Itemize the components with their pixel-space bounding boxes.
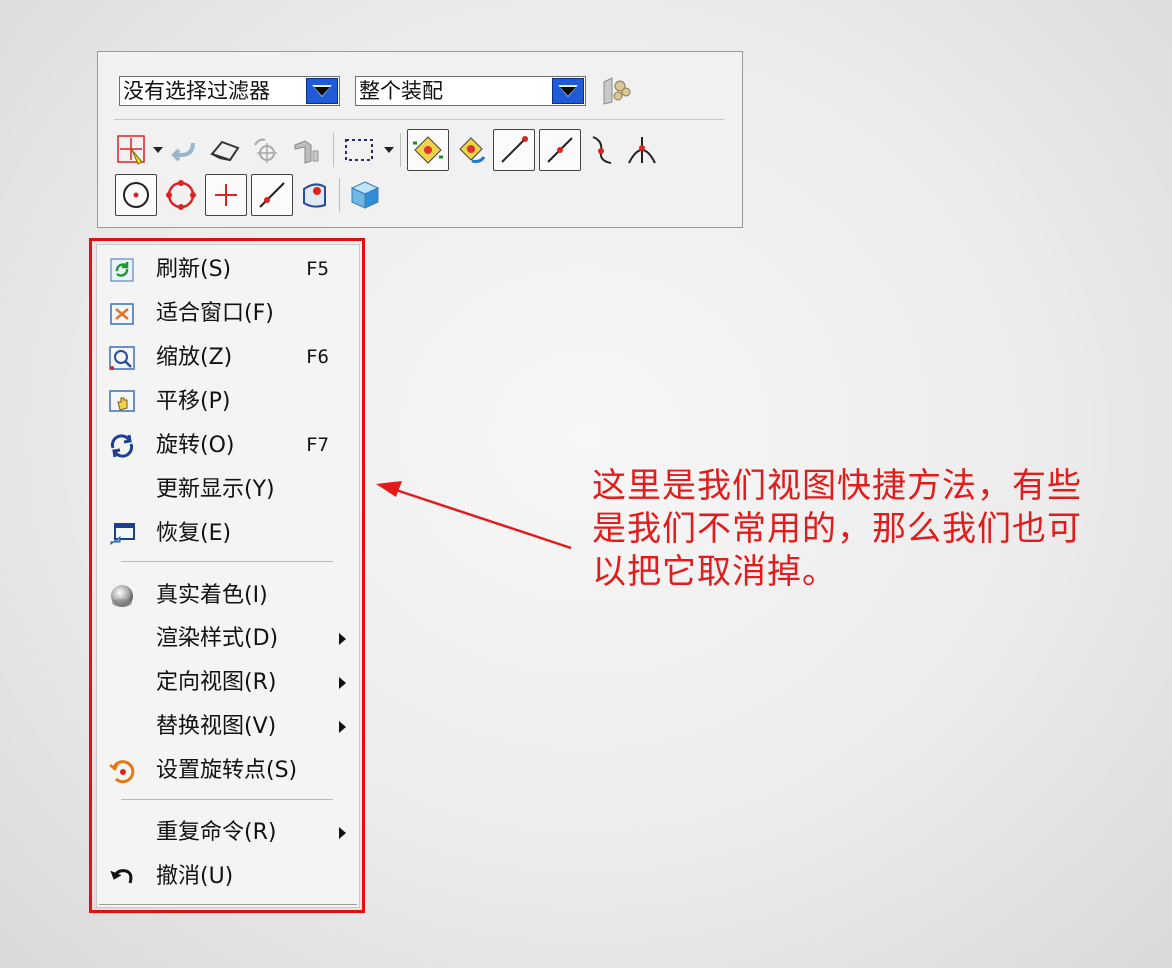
menu-item-pan[interactable]: 平移(P) — [97, 382, 361, 422]
menu-item-replace-view[interactable]: 替换视图(V) — [97, 707, 361, 747]
menu-item-label: 缩放(Z) — [156, 345, 233, 370]
submenu-arrow-icon — [339, 633, 346, 645]
intersection-point-icon[interactable] — [623, 129, 661, 171]
undo-icon — [108, 863, 136, 891]
quadrant-point-icon[interactable] — [161, 174, 201, 216]
arc-center-icon[interactable] — [115, 174, 157, 216]
submenu-arrow-icon — [339, 827, 346, 839]
menu-item-zoom[interactable]: 缩放(Z) F6 — [97, 338, 361, 378]
select-mode-dropdown-arrow[interactable] — [382, 129, 396, 171]
menu-item-shortcut: F6 — [306, 346, 329, 368]
menu-separator — [121, 799, 333, 800]
pan-icon — [108, 388, 136, 416]
menu-item-update-display[interactable]: 更新显示(Y) — [97, 470, 361, 510]
fit-window-icon — [108, 300, 136, 328]
view-cube-icon[interactable] — [346, 174, 384, 216]
type-filter-value: 没有选择过滤器 — [123, 79, 270, 103]
annotation-line: 以把它取消掉。 — [592, 552, 837, 592]
menu-item-label: 更新显示(Y) — [156, 477, 275, 502]
zoom-icon — [108, 344, 136, 372]
submenu-arrow-icon — [339, 721, 346, 733]
annotation-note: 这里是我们视图快捷方法，有些 是我们不常用的，那么我们也可 以把它取消掉。 — [592, 465, 1157, 594]
menu-item-label: 恢复(E) — [156, 521, 232, 546]
selection-scope-dropdown-button[interactable] — [552, 78, 584, 104]
rotation-point-icon — [108, 757, 136, 785]
end-point-icon[interactable] — [493, 129, 535, 171]
menu-item-label: 刷新(S) — [156, 257, 232, 282]
menu-item-label: 平移(P) — [156, 389, 231, 414]
toolbar-row-2 — [115, 172, 388, 218]
menu-item-shortcut: F7 — [306, 434, 329, 456]
toolbar-divider — [114, 119, 724, 120]
menu-item-repeat-command[interactable]: 重复命令(R) — [97, 813, 361, 853]
menu-item-orient-view[interactable]: 定向视图(R) — [97, 663, 361, 703]
menu-item-label: 适合窗口(F) — [156, 301, 274, 326]
true-shading-icon — [108, 582, 136, 610]
point-on-curve-icon[interactable] — [251, 174, 293, 216]
toolbar-row-1 — [115, 127, 665, 173]
menu-item-rotate[interactable]: 旋转(O) F7 — [97, 426, 361, 466]
menu-item-label: 真实着色(I) — [156, 583, 268, 608]
mid-point-icon[interactable] — [539, 129, 581, 171]
menu-item-restore[interactable]: 恢复(E) — [97, 514, 361, 554]
refresh-icon — [108, 256, 136, 284]
toolbar-separator — [339, 178, 340, 212]
undo-selection-icon[interactable] — [167, 129, 201, 171]
menu-item-true-shading[interactable]: 真实着色(I) — [97, 576, 361, 616]
type-filter-select[interactable]: 没有选择过滤器 — [119, 76, 340, 106]
menu-separator — [121, 561, 333, 562]
type-filter-dropdown-button[interactable] — [306, 78, 338, 104]
rotate-icon — [108, 432, 136, 460]
menu-item-set-rotation-point[interactable]: 设置旋转点(S) — [97, 751, 361, 791]
selection-toolbar: 没有选择过滤器 整个装配 — [97, 51, 743, 228]
menu-item-label: 替换视图(V) — [156, 714, 277, 739]
menu-item-label: 旋转(O) — [156, 433, 235, 458]
menu-item-render-style[interactable]: 渲染样式(D) — [97, 619, 361, 659]
rotate-center-icon[interactable] — [249, 129, 283, 171]
menu-item-label: 定向视图(R) — [156, 670, 277, 695]
point-on-face-icon[interactable] — [297, 174, 333, 216]
menu-item-shortcut: F5 — [306, 258, 329, 280]
toolbar-separator — [333, 133, 334, 167]
menu-item-label: 设置旋转点(S) — [156, 758, 298, 783]
general-selection-icon[interactable] — [115, 129, 149, 171]
restore-icon — [108, 520, 136, 548]
menu-bottom-edge — [99, 904, 357, 905]
menu-item-label: 重复命令(R) — [156, 820, 277, 845]
point-constructor-icon[interactable] — [453, 129, 489, 171]
view-context-menu: 刷新(S) F5 适合窗口(F) 缩放(Z) F6 平移(P) 旋转(O) F7… — [96, 244, 360, 908]
selection-scope-value: 整个装配 — [359, 79, 443, 103]
menu-item-refresh[interactable]: 刷新(S) F5 — [97, 250, 361, 290]
assembly-filter-icon[interactable] — [598, 74, 634, 108]
snap-point-icon[interactable] — [407, 129, 449, 171]
annotation-line: 是我们不常用的，那么我们也可 — [592, 509, 1082, 549]
control-point-icon[interactable] — [585, 129, 619, 171]
rectangle-select-icon[interactable] — [340, 129, 378, 171]
selection-scope-select[interactable]: 整个装配 — [355, 76, 586, 106]
menu-item-undo[interactable]: 撤消(U) — [97, 857, 361, 897]
menu-item-label: 撤消(U) — [156, 864, 234, 889]
menu-item-label: 渲染样式(D) — [156, 626, 279, 651]
annotation-line: 这里是我们视图快捷方法，有些 — [592, 466, 1082, 506]
toolbar-separator — [400, 133, 401, 167]
menu-item-fit-window[interactable]: 适合窗口(F) — [97, 294, 361, 334]
existing-point-icon[interactable] — [205, 174, 247, 216]
eraser-icon[interactable] — [205, 129, 245, 171]
selection-dropdown-arrow[interactable] — [151, 129, 165, 171]
submenu-arrow-icon — [339, 677, 346, 689]
part-filter-icon[interactable] — [287, 129, 327, 171]
